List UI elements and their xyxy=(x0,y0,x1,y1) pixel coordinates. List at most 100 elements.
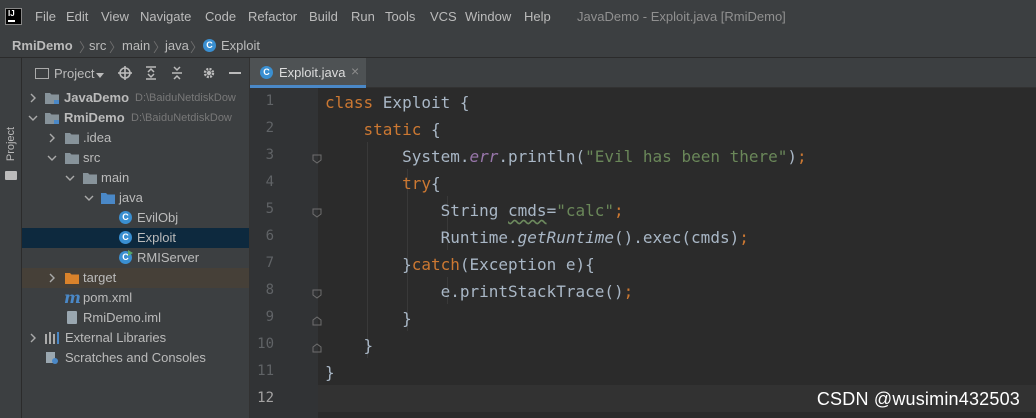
chevron-right-icon[interactable] xyxy=(28,93,38,103)
menu-help[interactable]: Help xyxy=(524,9,551,24)
class-icon: C xyxy=(260,66,273,79)
menu-view[interactable]: View xyxy=(101,9,129,24)
breadcrumb-src[interactable]: src xyxy=(89,38,106,53)
fold-start-icon[interactable] xyxy=(312,208,322,218)
tree-item-external-libraries[interactable]: External Libraries xyxy=(22,328,249,348)
breadcrumb-project[interactable]: RmiDemo xyxy=(12,38,73,53)
chevron-down-icon[interactable] xyxy=(65,173,75,183)
fold-start-icon[interactable] xyxy=(312,289,322,299)
tree-item-java[interactable]: java xyxy=(22,188,249,208)
project-panel: Project JavaDemo D:\BaiduNetdiskDow RmiD… xyxy=(22,58,249,418)
iml-file-icon xyxy=(67,311,77,324)
source-folder-icon xyxy=(101,192,115,204)
project-panel-header: Project xyxy=(22,58,249,88)
chevron-right-icon[interactable] xyxy=(47,273,57,283)
code-token: class xyxy=(325,93,383,112)
line-number: 5 xyxy=(265,201,274,217)
tree-item-scratches[interactable]: Scratches and Consoles xyxy=(22,348,249,368)
close-icon[interactable]: × xyxy=(351,63,359,79)
chevron-down-icon[interactable] xyxy=(28,113,38,123)
code-token: Runtime. xyxy=(440,228,518,247)
code-line-9: } xyxy=(325,305,412,332)
menu-window[interactable]: Window xyxy=(465,9,511,24)
menu-vcs[interactable]: VCS xyxy=(430,9,457,24)
code-token: getRuntime xyxy=(517,228,614,247)
line-number: 7 xyxy=(265,255,274,271)
menu-run[interactable]: Run xyxy=(351,9,375,24)
code-token: catch xyxy=(411,255,460,274)
folder-icon xyxy=(65,152,79,164)
code-token: { xyxy=(450,93,470,112)
menu-code[interactable]: Code xyxy=(205,9,236,24)
tree-item-target[interactable]: target xyxy=(22,268,249,288)
tree-item-label: src xyxy=(83,150,101,165)
tree-item-rmidemo[interactable]: RmiDemo D:\BaiduNetdiskDow xyxy=(22,108,249,128)
chevron-right-icon[interactable] xyxy=(28,333,38,343)
code-token: .println( xyxy=(498,147,586,166)
intellij-logo-icon[interactable]: IJ xyxy=(5,8,22,25)
breadcrumb-java[interactable]: java xyxy=(165,38,189,53)
menu-tools[interactable]: Tools xyxy=(385,9,415,24)
code-token: ().exec(cmds) xyxy=(613,228,740,247)
code-token: } xyxy=(402,309,412,328)
tree-item-main[interactable]: main xyxy=(22,168,249,188)
tree-item-label: EvilObj xyxy=(137,210,179,225)
line-number: 9 xyxy=(265,309,274,325)
code-token: ; xyxy=(797,147,807,166)
project-tool-window-button[interactable]: Project xyxy=(5,121,17,167)
tree-item-label: RmiDemo.iml xyxy=(83,310,161,325)
tree-item-rmiserver[interactable]: C RMIServer xyxy=(22,248,249,268)
code-token: err xyxy=(469,147,499,166)
tree-item-iml[interactable]: RmiDemo.iml xyxy=(22,308,249,328)
line-number: 11 xyxy=(257,363,274,379)
code-token: } xyxy=(402,255,412,274)
tree-item-label: .idea xyxy=(83,130,112,145)
tree-item-pom[interactable]: m pom.xml xyxy=(22,288,249,308)
code-line-5: String cmds="calc"; xyxy=(325,197,624,224)
fold-end-icon[interactable] xyxy=(312,343,322,353)
window-title: JavaDemo - Exploit.java [RmiDemo] xyxy=(577,9,786,24)
gear-icon[interactable] xyxy=(202,66,216,80)
tree-item-label: pom.xml xyxy=(83,290,133,305)
code-token: "Evil has been there" xyxy=(585,147,788,166)
tree-item-evilobj[interactable]: C EvilObj xyxy=(22,208,249,228)
line-number: 12 xyxy=(257,390,274,406)
locate-icon[interactable] xyxy=(118,66,132,80)
expand-all-icon[interactable] xyxy=(144,66,158,80)
menu-edit[interactable]: Edit xyxy=(66,9,88,24)
menu-file[interactable]: File xyxy=(35,9,56,24)
watermark: CSDN @wusimin432503 xyxy=(816,389,1020,409)
chevron-right-icon[interactable] xyxy=(47,133,57,143)
folder-icon xyxy=(5,171,17,180)
tree-item-idea[interactable]: .idea xyxy=(22,128,249,148)
code-token: ; xyxy=(614,201,624,220)
code-line-7: }catch(Exception e){ xyxy=(325,251,595,278)
menu-navigate[interactable]: Navigate xyxy=(140,9,191,24)
chevron-down-icon[interactable] xyxy=(96,73,104,78)
menu-refactor[interactable]: Refactor xyxy=(248,9,297,24)
fold-end-icon[interactable] xyxy=(312,316,322,326)
chevron-down-icon[interactable] xyxy=(84,193,94,203)
breadcrumb-exploit[interactable]: Exploit xyxy=(221,38,260,53)
line-number: 8 xyxy=(265,282,274,298)
tree-item-src[interactable]: src xyxy=(22,148,249,168)
runnable-badge-icon xyxy=(128,250,133,256)
folder-icon xyxy=(35,68,49,79)
tree-item-exploit[interactable]: C Exploit xyxy=(22,228,249,248)
collapse-all-icon[interactable] xyxy=(170,66,184,80)
fold-start-icon[interactable] xyxy=(312,154,322,164)
menu-build[interactable]: Build xyxy=(309,9,338,24)
minimize-icon[interactable] xyxy=(229,72,241,74)
breadcrumb-main[interactable]: main xyxy=(122,38,150,53)
line-number: 3 xyxy=(265,147,274,163)
tree-item-label: RMIServer xyxy=(137,250,200,265)
tab-exploit-java[interactable]: C Exploit.java × xyxy=(250,58,366,88)
project-view-dropdown[interactable]: Project xyxy=(54,66,94,81)
chevron-down-icon[interactable] xyxy=(47,153,57,163)
code-token: ; xyxy=(739,228,749,247)
code-line-11: } xyxy=(325,359,335,386)
tree-item-javademo[interactable]: JavaDemo D:\BaiduNetdiskDow xyxy=(22,88,249,108)
tree-item-label: RmiDemo xyxy=(64,110,125,125)
code-editor[interactable]: C Exploit.java × 1 2 3 4 5 6 7 8 9 10 11… xyxy=(249,58,1036,418)
line-number: 6 xyxy=(265,228,274,244)
